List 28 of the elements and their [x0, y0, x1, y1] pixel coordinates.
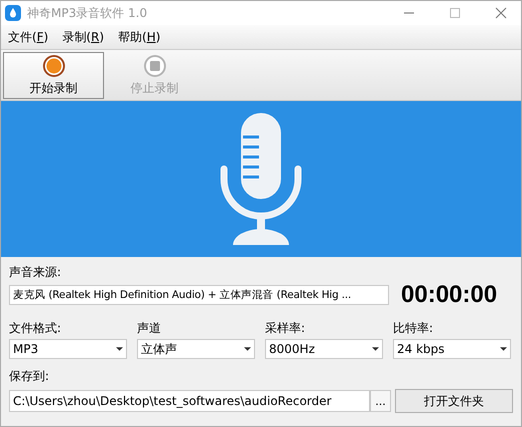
setting-label: 文件格式: [9, 320, 62, 337]
caret-icon [244, 347, 251, 351]
setting-label: 比特率: [393, 320, 434, 337]
setting-label: 声道 [137, 320, 162, 337]
caret-icon [116, 347, 123, 351]
timer: 00:00:00 [401, 281, 498, 309]
dropdown[interactable]: 24 kbps [393, 339, 511, 359]
window-title: 神奇MP3录音软件 1.0 [27, 4, 148, 22]
close-icon[interactable] [495, 7, 507, 19]
menu-item[interactable]: 帮助(H) [115, 26, 164, 48]
dropdown[interactable]: MP3 [9, 339, 127, 359]
record-icon [42, 54, 66, 78]
setting-label: 采样率: [265, 320, 306, 337]
save-label: 保存到: [9, 368, 50, 385]
browse-button[interactable]: ... [370, 390, 392, 412]
menu-item[interactable]: 文件(F) [5, 26, 52, 48]
source-field[interactable]: 麦克风 (Realtek High Definition Audio) + 立体声混音 (Realtek Hig ... [9, 285, 389, 305]
open-folder-button[interactable]: 打开文件夹 [395, 389, 513, 413]
dropdown[interactable]: 立体声 [137, 339, 255, 359]
caret-icon [372, 347, 379, 351]
path-field[interactable]: C:\Users\zhou\Desktop\test_softwares\audioRecorder [9, 390, 370, 412]
caret-icon [500, 347, 507, 351]
source-label: 声音来源: [9, 264, 62, 281]
app-icon [5, 5, 21, 21]
start-record-button[interactable]: 开始录制 [3, 52, 104, 98]
menu-item[interactable]: 录制(R) [59, 26, 107, 48]
dropdown[interactable]: 8000Hz [265, 339, 383, 359]
stop-icon [142, 54, 166, 78]
